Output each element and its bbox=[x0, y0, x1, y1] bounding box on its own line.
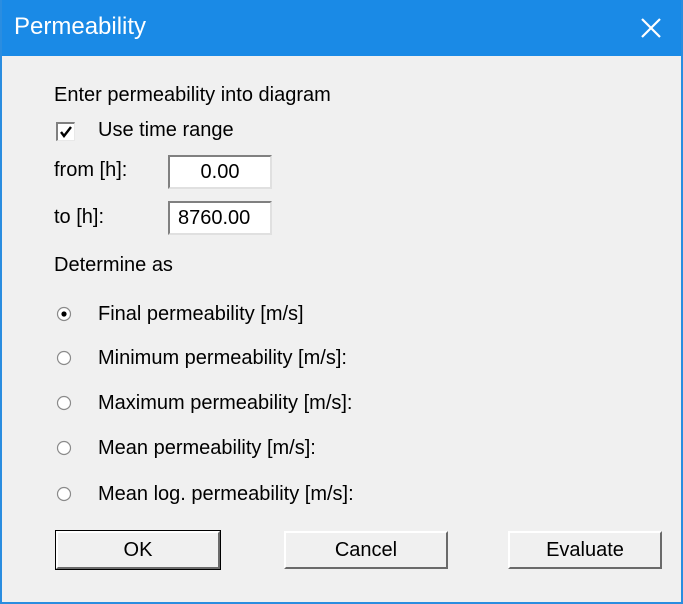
close-icon[interactable] bbox=[633, 10, 669, 46]
cancel-button[interactable]: Cancel bbox=[284, 531, 448, 569]
radio-final-permeability[interactable] bbox=[56, 306, 72, 322]
use-time-range-label: Use time range bbox=[98, 119, 234, 141]
radio-minimum-permeability[interactable] bbox=[56, 350, 72, 366]
ok-button[interactable]: OK bbox=[55, 530, 221, 570]
evaluate-button[interactable]: Evaluate bbox=[508, 531, 662, 569]
from-label: from [h]: bbox=[54, 159, 128, 181]
option-label-mean-log: Mean log. permeability [m/s]: bbox=[98, 483, 354, 505]
to-input[interactable]: 8760.00 bbox=[168, 201, 272, 235]
radio-mean-log-permeability[interactable] bbox=[56, 486, 72, 502]
window-title: Permeability bbox=[14, 13, 147, 40]
option-label-minimum: Minimum permeability [m/s]: bbox=[98, 347, 347, 369]
use-time-range-checkbox[interactable] bbox=[56, 122, 75, 141]
option-label-mean: Mean permeability [m/s]: bbox=[98, 437, 316, 459]
radio-maximum-permeability[interactable] bbox=[56, 395, 72, 411]
option-label-maximum: Maximum permeability [m/s]: bbox=[98, 392, 353, 414]
determine-label: Determine as bbox=[54, 254, 173, 276]
to-label: to [h]: bbox=[54, 206, 105, 228]
option-label-final: Final permeability [m/s] bbox=[98, 303, 304, 325]
radio-mean-permeability[interactable] bbox=[56, 440, 72, 456]
title-bar[interactable]: Permeability bbox=[2, 0, 681, 56]
group-label: Enter permeability into diagram bbox=[54, 84, 331, 106]
checkmark-icon bbox=[60, 126, 72, 138]
from-input[interactable]: 0.00 bbox=[168, 155, 272, 189]
permeability-dialog: Permeability Enter permeability into dia… bbox=[0, 0, 683, 604]
